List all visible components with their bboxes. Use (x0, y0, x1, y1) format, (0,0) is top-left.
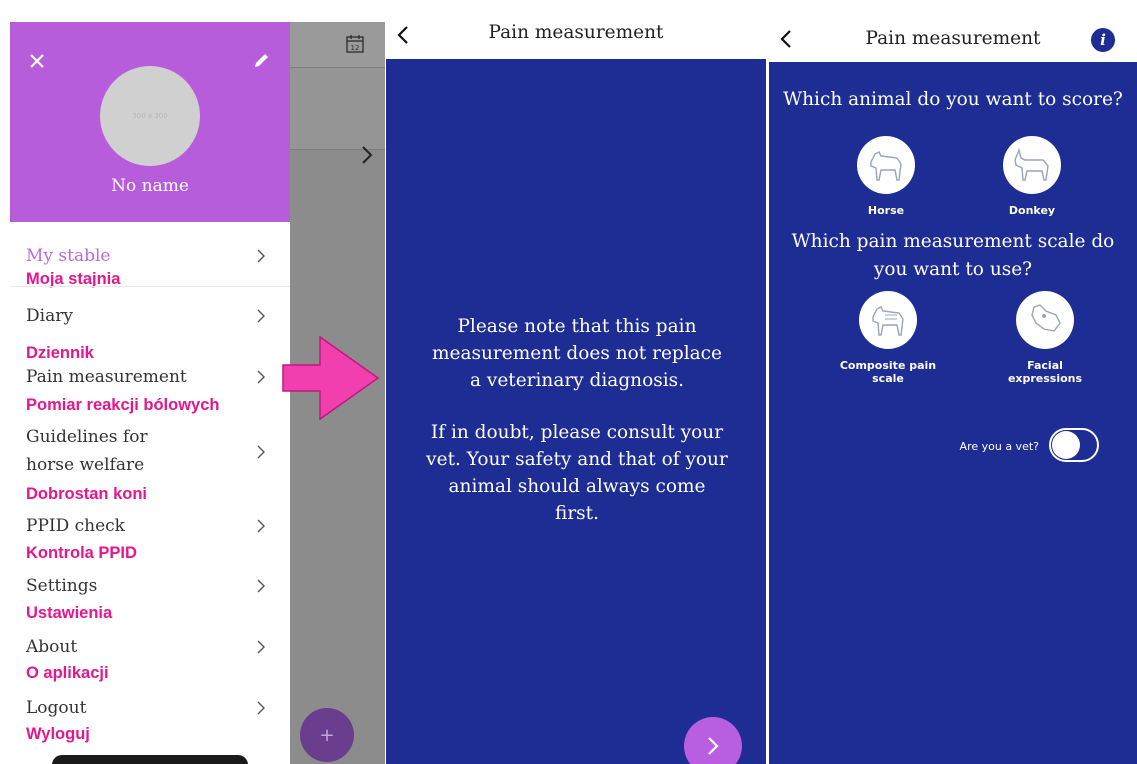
composite-pain-scale-icon (872, 306, 904, 336)
scale-question: Which pain measurement scale do you want… (791, 231, 1115, 280)
chevron-right-icon (257, 640, 265, 654)
chevron-right-icon (257, 249, 265, 263)
edit-icon[interactable] (252, 52, 270, 70)
chevron-right-icon (257, 519, 265, 533)
donkey-label: Donkey (1008, 204, 1056, 217)
page-title: Pain measurement (488, 22, 664, 43)
donkey-button[interactable] (1003, 136, 1061, 194)
toggle-knob (1052, 431, 1080, 459)
facial-expressions-button[interactable] (1016, 291, 1074, 349)
chevron-right-icon (362, 146, 373, 164)
disclaimer-screen: Pain measurement Please note that this p… (386, 14, 766, 764)
annotation-pain-measurement: Pomiar reakcji bólowych (26, 396, 220, 414)
vet-toggle[interactable] (1049, 428, 1099, 462)
chevron-right-icon (708, 737, 719, 755)
chooser-header: Pain measurement i (769, 14, 1137, 62)
background-list-row[interactable] (290, 68, 385, 164)
disclaimer-paragraph-2: If in doubt, please consult your vet. Yo… (426, 422, 728, 524)
chevron-right-icon (257, 701, 265, 715)
animal-scale-chooser-screen: Pain measurement i Which animal do you w… (769, 14, 1137, 764)
chevron-right-icon (257, 309, 265, 323)
menu-item-my-stable[interactable]: My stable (26, 242, 111, 270)
page-title: Pain measurement (865, 28, 1041, 49)
chevron-right-icon (257, 579, 265, 593)
home-indicator (52, 755, 248, 764)
menu-item-ppid-check[interactable]: PPID check (26, 512, 125, 540)
animal-question: Which animal do you want to score? (783, 89, 1123, 110)
annotation-settings: Ustawienia (26, 604, 113, 622)
navigation-drawer: 300 x 300 No name My stable Moja stajnia… (10, 22, 290, 764)
annotation-logout: Wyloguj (26, 725, 90, 743)
annotation-guidelines: Dobrostan koni (26, 485, 148, 503)
annotation-arrow (282, 335, 380, 421)
vet-toggle-label: Are you a vet? (959, 440, 1039, 453)
add-button[interactable]: + (300, 708, 354, 762)
svg-text:12: 12 (351, 44, 360, 52)
facial-expressions-label: Facial expressions (1007, 359, 1083, 385)
composite-pain-scale-button[interactable] (859, 291, 917, 349)
menu-item-pain-measurement[interactable]: Pain measurement (26, 363, 187, 391)
disclaimer-paragraph-1: Please note that this pain measurement d… (431, 316, 722, 391)
annotation-about: O aplikacji (26, 664, 109, 682)
menu-item-guidelines-line1[interactable]: Guidelines for (26, 423, 148, 451)
background-topbar: 12 (290, 22, 385, 68)
profile-name: No name (111, 176, 189, 196)
facial-expressions-icon (1031, 304, 1061, 332)
donkey-icon (1014, 147, 1049, 181)
horse-button[interactable] (857, 136, 915, 194)
calendar-icon[interactable]: 12 (345, 34, 365, 54)
menu-item-guidelines-line2[interactable]: horse welfare (26, 451, 144, 479)
menu-item-logout[interactable]: Logout (26, 694, 86, 722)
avatar[interactable]: 300 x 300 (100, 66, 200, 166)
chevron-right-icon (257, 445, 265, 459)
chevron-right-icon (257, 370, 265, 384)
composite-pain-scale-label: Composite pain scale (839, 359, 937, 385)
annotation-ppid-check: Kontrola PPID (26, 544, 137, 562)
menu-item-diary[interactable]: Diary (26, 302, 73, 330)
annotation-diary: Dziennik (26, 344, 94, 362)
horse-icon (870, 151, 902, 181)
disclaimer-header: Pain measurement (386, 14, 766, 59)
horse-label: Horse (867, 204, 905, 217)
profile-header: 300 x 300 No name (10, 22, 290, 222)
divider (10, 286, 290, 287)
next-button[interactable] (684, 717, 742, 764)
close-icon[interactable] (28, 52, 46, 70)
info-icon[interactable]: i (1091, 28, 1115, 52)
menu-item-settings[interactable]: Settings (26, 572, 97, 600)
menu-item-about[interactable]: About (26, 633, 77, 661)
